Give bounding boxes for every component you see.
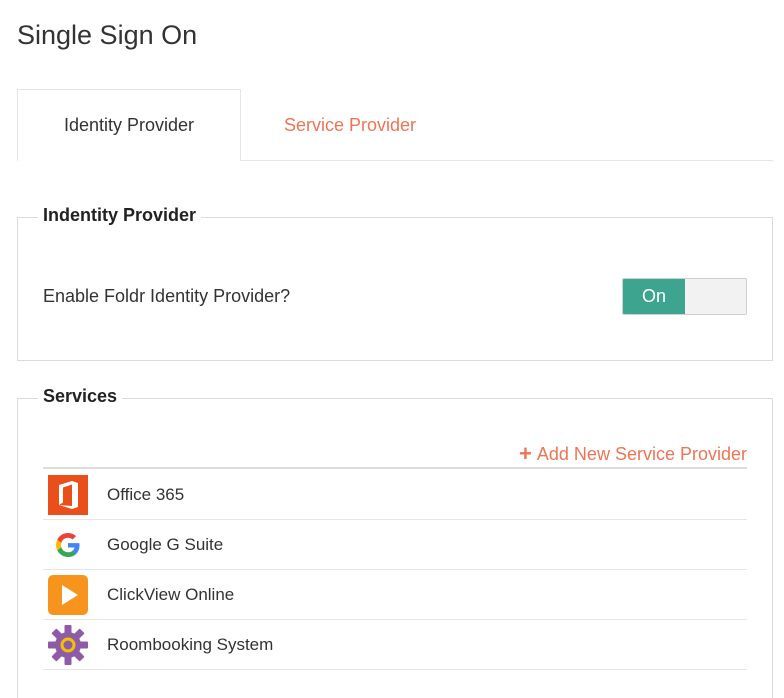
tab-bar: Identity Provider Service Provider — [17, 89, 773, 161]
plus-icon: + — [519, 441, 532, 466]
page-title: Single Sign On — [17, 20, 198, 50]
identity-provider-panel: Indentity Provider Enable Foldr Identity… — [17, 205, 773, 361]
service-label: Google G Suite — [107, 534, 224, 554]
list-header-divider — [43, 467, 747, 469]
services-panel: Services + Add New Service Provider Offi… — [17, 386, 773, 698]
identity-provider-legend: Indentity Provider — [38, 205, 202, 226]
service-label: ClickView Online — [107, 584, 235, 604]
toggle-on-label: On — [623, 279, 685, 314]
google-icon — [56, 532, 80, 557]
enable-idp-toggle[interactable]: On — [622, 278, 747, 315]
add-service-provider-button[interactable]: + Add New Service Provider — [519, 443, 747, 465]
tab-identity-provider[interactable]: Identity Provider — [17, 89, 241, 161]
service-row-google-g-suite[interactable]: Google G Suite — [43, 520, 747, 570]
clickview-icon — [48, 574, 88, 615]
gear-icon — [48, 624, 88, 665]
add-service-provider-label: Add New Service Provider — [536, 443, 747, 464]
service-label: Roombooking System — [107, 634, 274, 654]
tab-service-provider[interactable]: Service Provider — [241, 89, 459, 161]
service-row-office-365[interactable]: Office 365 — [43, 470, 747, 520]
enable-idp-label: Enable Foldr Identity Provider? — [43, 286, 291, 306]
service-label: Office 365 — [107, 484, 185, 504]
service-row-clickview-online[interactable]: ClickView Online — [43, 570, 747, 620]
office-365-icon — [48, 474, 88, 515]
service-list: Office 365 Google G Suite ClickView Onli… — [43, 470, 747, 670]
service-row-roombooking-system[interactable]: Roombooking System — [43, 620, 747, 670]
services-legend: Services — [38, 386, 123, 407]
